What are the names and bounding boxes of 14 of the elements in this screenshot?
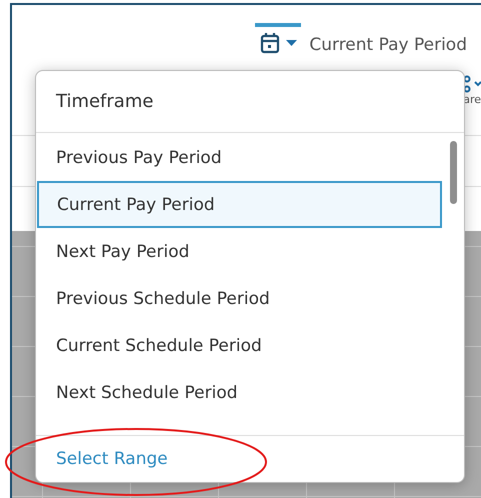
scrollbar-thumb[interactable] — [450, 141, 457, 204]
timeframe-option[interactable]: Current Pay Period — [37, 181, 442, 228]
active-indicator — [255, 22, 302, 26]
timeframe-option[interactable]: Next Schedule Period — [36, 369, 442, 416]
timeframe-option[interactable]: Next Pay Period — [36, 228, 442, 275]
timeframe-option[interactable]: Previous Pay Period — [36, 134, 442, 181]
timeframe-option[interactable]: Current Schedule Period — [36, 322, 442, 369]
share-icon[interactable] — [463, 75, 481, 93]
timeframe-option[interactable]: Previous Schedule Period — [36, 275, 442, 322]
dropdown-title: Timeframe — [36, 71, 464, 133]
select-range-link[interactable]: Select Range — [56, 449, 168, 469]
period-label[interactable]: Current Pay Period — [309, 35, 467, 55]
caret-icon[interactable] — [286, 40, 297, 46]
calendar-icon[interactable] — [260, 32, 280, 54]
